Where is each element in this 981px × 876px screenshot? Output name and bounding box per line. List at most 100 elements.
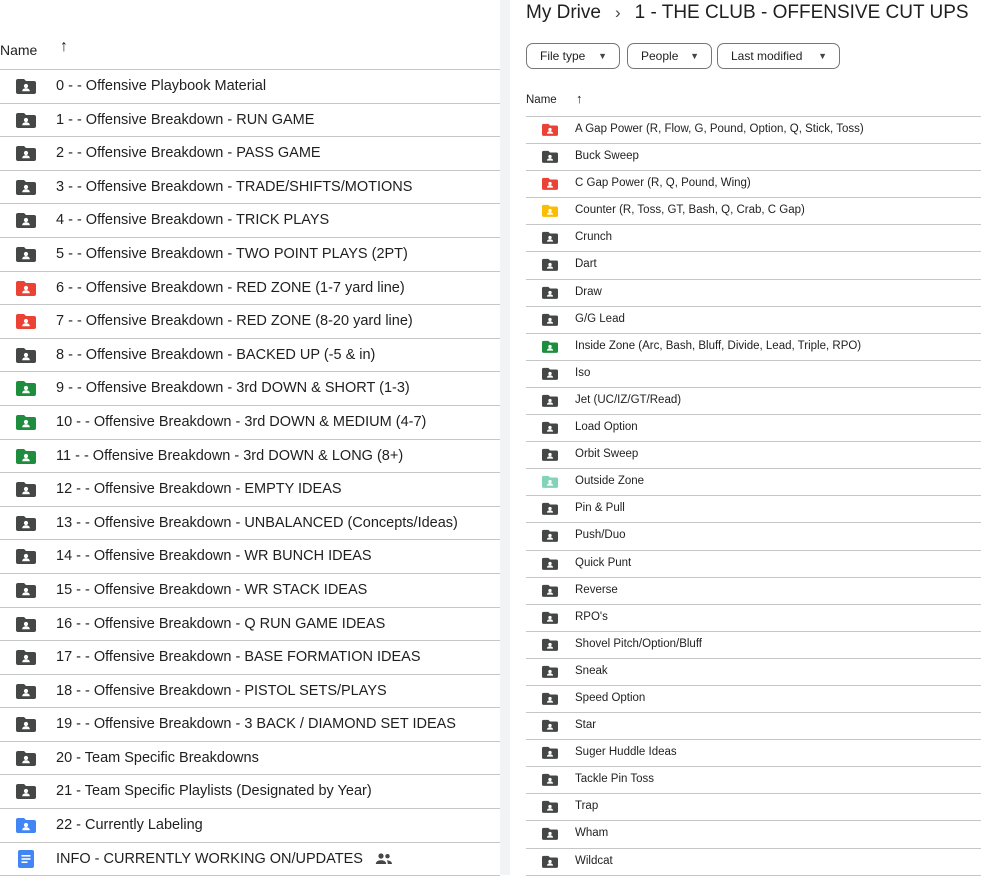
file-list: 0 - - Offensive Playbook Material 1 - - O… (0, 70, 500, 876)
name-column-header[interactable]: Name (0, 42, 37, 58)
list-item[interactable]: Load Option (526, 415, 981, 443)
right-folder-panel: My Drive › 1 - THE CLUB - OFFENSIVE CUT UP… (510, 0, 981, 876)
chevron-right-icon: › (614, 3, 621, 22)
list-item[interactable]: Orbit Sweep (526, 442, 981, 470)
list-item[interactable]: C Gap Power (R, Q, Pound, Wing) (526, 171, 981, 199)
shared-folder-icon (16, 582, 36, 598)
item-label: Crunch (575, 231, 613, 244)
list-item[interactable]: Star (526, 713, 981, 741)
shared-folder-icon (542, 421, 558, 434)
list-item[interactable]: Wildcat (526, 849, 981, 876)
item-label: G/G Lead (575, 312, 625, 325)
arrow-up-icon[interactable]: ↑ (60, 38, 68, 56)
file-type-filter-chip[interactable]: File type ▼ (526, 43, 620, 69)
list-item[interactable]: 0 - - Offensive Playbook Material (0, 70, 500, 104)
people-filter-chip[interactable]: People ▼ (627, 43, 712, 69)
shared-folder-icon (16, 750, 36, 766)
list-item[interactable]: Speed Option (526, 686, 981, 714)
item-label: 0 - - Offensive Playbook Material (56, 78, 267, 94)
list-item[interactable]: INFO - CURRENTLY WORKING ON/UPDATES (0, 843, 500, 876)
list-item[interactable]: Crunch (526, 225, 981, 253)
list-item[interactable]: Sneak (526, 659, 981, 686)
list-item[interactable]: Outside Zone (526, 469, 981, 497)
item-label: RPO's (575, 610, 608, 623)
list-item[interactable]: Draw (526, 280, 981, 307)
item-label: Iso (575, 366, 591, 379)
shared-folder-icon (16, 817, 36, 834)
list-item[interactable]: 2 - - Offensive Breakdown - PASS GAME (0, 137, 500, 171)
item-label: Speed Option (575, 691, 646, 704)
list-item[interactable]: 8 - - Offensive Breakdown - BACKED UP (-… (0, 339, 500, 373)
last-modified-filter-label: Last modified (731, 49, 803, 63)
list-item[interactable]: 11 - - Offensive Breakdown - 3rd DOWN & … (0, 440, 500, 474)
last-modified-filter-chip[interactable]: Last modified ▼ (717, 43, 840, 69)
list-item[interactable]: Inside Zone (Arc, Bash, Bluff, Divide, L… (526, 334, 981, 361)
item-label: Jet (UC/IZ/GT/Read) (575, 393, 682, 406)
list-item[interactable]: 12 - - Offensive Breakdown - EMPTY IDEAS (0, 473, 500, 507)
item-label: 4 - - Offensive Breakdown - TRICK PLAYS (56, 212, 330, 229)
list-item[interactable]: 10 - - Offensive Breakdown - 3rd DOWN & … (0, 406, 500, 440)
shared-folder-icon (542, 800, 558, 814)
list-item[interactable]: 5 - - Offensive Breakdown - TWO POINT PL… (0, 238, 500, 272)
list-item[interactable]: 18 - - Offensive Breakdown - PISTOL SETS… (0, 675, 500, 709)
shared-folder-icon (542, 475, 558, 489)
list-item[interactable]: 13 - - Offensive Breakdown - UNBALANCED … (0, 507, 500, 541)
list-item[interactable]: RPO's (526, 605, 981, 632)
shared-folder-icon (542, 258, 558, 272)
item-label: Inside Zone (Arc, Bash, Bluff, Divide, L… (575, 339, 862, 352)
list-item[interactable]: Push/Duo (526, 523, 981, 551)
list-item[interactable]: Reverse (526, 578, 981, 605)
list-item[interactable]: Iso (526, 361, 981, 388)
list-item[interactable]: 6 - - Offensive Breakdown - RED ZONE (1-… (0, 272, 500, 306)
item-label: Wham (575, 827, 609, 840)
list-item[interactable]: A Gap Power (R, Flow, G, Pound, Option, … (526, 117, 981, 145)
item-label: 8 - - Offensive Breakdown - BACKED UP (-… (56, 346, 376, 363)
item-label: Outside Zone (575, 475, 645, 488)
list-item[interactable]: 17 - - Offensive Breakdown - BASE FORMAT… (0, 641, 500, 675)
item-label: Suger Huddle Ideas (575, 746, 677, 759)
shared-folder-icon (542, 394, 558, 407)
item-label: 3 - - Offensive Breakdown - TRADE/SHIFTS… (56, 178, 413, 195)
item-label: 10 - - Offensive Breakdown - 3rd DOWN & … (56, 413, 427, 430)
list-item[interactable]: 3 - - Offensive Breakdown - TRADE/SHIFTS… (0, 171, 500, 205)
list-item[interactable]: Quick Punt (526, 551, 981, 578)
list-item[interactable]: Buck Sweep (526, 144, 981, 172)
list-item[interactable]: 4 - - Offensive Breakdown - TRICK PLAYS (0, 204, 500, 238)
list-item[interactable]: Wham (526, 821, 981, 849)
shared-folder-icon (542, 746, 558, 760)
list-item[interactable]: G/G Lead (526, 307, 981, 334)
list-item[interactable]: Counter (R, Toss, GT, Bash, Q, Crab, C G… (526, 198, 981, 226)
arrow-up-icon[interactable]: ↑ (576, 91, 583, 106)
item-label: Star (575, 719, 597, 732)
item-label: 19 - - Offensive Breakdown - 3 BACK / DI… (56, 716, 456, 733)
breadcrumb-current-folder[interactable]: 1 - THE CLUB - OFFENSIVE CUT UPS (635, 2, 969, 23)
list-item[interactable]: 7 - - Offensive Breakdown - RED ZONE (8-… (0, 305, 500, 339)
item-label: 13 - - Offensive Breakdown - UNBALANCED … (56, 514, 458, 531)
list-item[interactable]: Trap (526, 794, 981, 822)
list-item[interactable]: Dart (526, 252, 981, 280)
list-item[interactable]: Tackle Pin Toss (526, 767, 981, 795)
list-item[interactable]: 22 - Currently Labeling (0, 809, 500, 843)
list-item[interactable]: 1 - - Offensive Breakdown - RUN GAME (0, 104, 500, 138)
shared-folder-icon (542, 286, 558, 299)
list-item[interactable]: 14 - - Offensive Breakdown - WR BUNCH ID… (0, 540, 500, 574)
shared-folder-icon (16, 448, 36, 464)
list-item[interactable]: 20 - Team Specific Breakdowns (0, 742, 500, 776)
item-label: 15 - - Offensive Breakdown - WR STACK ID… (56, 581, 368, 598)
list-item[interactable]: Shovel Pitch/Option/Bluff (526, 632, 981, 659)
shared-folder-icon (542, 855, 558, 868)
item-label: Wildcat (575, 854, 613, 867)
list-item[interactable]: 9 - - Offensive Breakdown - 3rd DOWN & S… (0, 372, 500, 406)
list-item[interactable]: 21 - Team Specific Playlists (Designated… (0, 775, 500, 810)
list-item[interactable]: 16 - - Offensive Breakdown - Q RUN GAME … (0, 608, 500, 642)
list-item[interactable]: Jet (UC/IZ/GT/Read) (526, 388, 981, 416)
list-item[interactable]: 15 - - Offensive Breakdown - WR STACK ID… (0, 574, 500, 608)
list-item[interactable]: Suger Huddle Ideas (526, 740, 981, 768)
breadcrumb-my-drive[interactable]: My Drive (526, 2, 601, 23)
list-item[interactable]: Pin & Pull (526, 496, 981, 524)
name-column-header[interactable]: Name (526, 94, 557, 106)
shared-folder-icon (542, 204, 558, 218)
list-item[interactable]: 19 - - Offensive Breakdown - 3 BACK / DI… (0, 708, 500, 742)
shared-folder-icon (16, 414, 36, 430)
item-label: Quick Punt (575, 556, 632, 569)
